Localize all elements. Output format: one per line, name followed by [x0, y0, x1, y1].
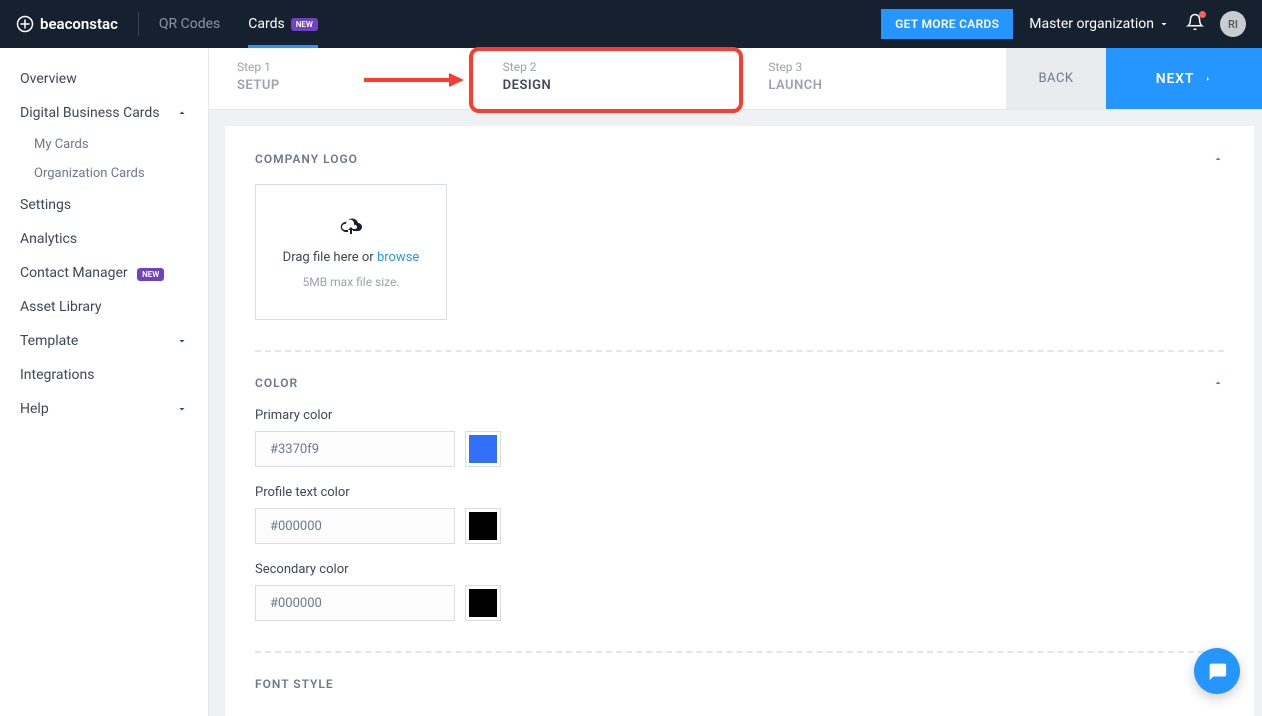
- secondary-color-input[interactable]: [255, 585, 455, 621]
- sidebar-sub-orgcards[interactable]: Organization Cards: [0, 159, 208, 188]
- step-launch[interactable]: Step 3 LAUNCH: [740, 48, 1006, 109]
- chevron-down-icon: [176, 403, 188, 415]
- sidebar-item-label: Contact Manager: [20, 265, 128, 281]
- step-name: DESIGN: [503, 78, 713, 93]
- next-button[interactable]: NEXT: [1106, 48, 1262, 109]
- next-label: NEXT: [1156, 71, 1194, 87]
- sidebar-item-template[interactable]: Template: [0, 324, 208, 358]
- content: Step 1 SETUP Step 2 DESIGN Step 3 LAUNCH…: [209, 48, 1262, 716]
- primary-color-input[interactable]: [255, 431, 455, 467]
- upload-hint: 5MB max file size.: [302, 275, 399, 289]
- nav-qr-codes[interactable]: QR Codes: [159, 0, 220, 48]
- sidebar-item-help[interactable]: Help: [0, 392, 208, 426]
- sidebar-item-label: Help: [20, 401, 49, 417]
- get-more-cards-button[interactable]: GET MORE CARDS: [881, 9, 1013, 39]
- sidebar-item-analytics[interactable]: Analytics: [0, 222, 208, 256]
- new-badge: NEW: [137, 268, 164, 281]
- nav-cards-label: Cards: [248, 16, 284, 32]
- step-number: Step 1: [237, 60, 447, 74]
- section-title: FONT STYLE: [255, 677, 334, 691]
- primary-color-label: Primary color: [255, 408, 1224, 423]
- nav-cards[interactable]: Cards NEW: [248, 0, 318, 48]
- chat-button[interactable]: [1194, 648, 1240, 694]
- step-number: Step 2: [503, 60, 713, 74]
- sidebar-item-label: Digital Business Cards: [20, 105, 160, 121]
- sidebar-item-asset[interactable]: Asset Library: [0, 290, 208, 324]
- secondary-color-label: Secondary color: [255, 562, 1224, 577]
- upload-text: Drag file here or browse: [283, 250, 420, 265]
- step-design[interactable]: Step 2 DESIGN: [475, 48, 741, 109]
- profile-color-swatch[interactable]: [465, 508, 501, 544]
- logo-upload[interactable]: Drag file here or browse 5MB max file si…: [255, 184, 447, 320]
- notifications-button[interactable]: [1186, 13, 1204, 35]
- step-number: Step 3: [768, 60, 978, 74]
- step-name: SETUP: [237, 78, 447, 93]
- back-button[interactable]: BACK: [1006, 48, 1106, 109]
- chevron-down-icon: [176, 335, 188, 347]
- wizard-steps: Step 1 SETUP Step 2 DESIGN Step 3 LAUNCH…: [209, 48, 1262, 110]
- sidebar-item-dbc[interactable]: Digital Business Cards: [0, 96, 208, 130]
- brand-icon: [16, 15, 34, 33]
- new-badge: NEW: [291, 18, 318, 31]
- sidebar-item-integrations[interactable]: Integrations: [0, 358, 208, 392]
- chevron-right-icon: [1204, 73, 1212, 85]
- section-head-color[interactable]: COLOR: [255, 376, 1224, 390]
- step-name: LAUNCH: [768, 78, 978, 93]
- chevron-up-icon: [1212, 377, 1224, 389]
- sidebar: Overview Digital Business Cards My Cards…: [0, 48, 209, 716]
- section-title: COMPANY LOGO: [255, 152, 358, 166]
- sidebar-item-label: Template: [20, 333, 78, 349]
- chat-icon: [1206, 660, 1228, 682]
- notification-dot: [1199, 11, 1206, 18]
- primary-color-swatch[interactable]: [465, 431, 501, 467]
- sidebar-sub-mycards[interactable]: My Cards: [0, 130, 208, 159]
- top-bar: beaconstac QR Codes Cards NEW GET MORE C…: [0, 0, 1262, 48]
- step-setup[interactable]: Step 1 SETUP: [209, 48, 475, 109]
- brand-logo[interactable]: beaconstac: [16, 15, 118, 33]
- section-head-logo[interactable]: COMPANY LOGO: [255, 152, 1224, 166]
- profile-color-label: Profile text color: [255, 485, 1224, 500]
- top-nav: QR Codes Cards NEW: [159, 0, 318, 48]
- divider: [255, 651, 1224, 653]
- design-panel: COMPANY LOGO Drag file here or browse 5M…: [225, 126, 1254, 716]
- brand-name: beaconstac: [40, 15, 118, 33]
- divider: [138, 12, 139, 36]
- chevron-up-icon: [176, 107, 188, 119]
- org-name: Master organization: [1029, 16, 1154, 32]
- section-head-font[interactable]: FONT STYLE: [255, 677, 1224, 691]
- profile-color-input[interactable]: [255, 508, 455, 544]
- browse-link[interactable]: browse: [377, 250, 419, 265]
- secondary-color-swatch[interactable]: [465, 585, 501, 621]
- avatar[interactable]: RI: [1220, 11, 1246, 37]
- divider: [255, 350, 1224, 352]
- sidebar-item-settings[interactable]: Settings: [0, 188, 208, 222]
- section-title: COLOR: [255, 376, 298, 390]
- chevron-up-icon: [1212, 153, 1224, 165]
- org-selector[interactable]: Master organization: [1029, 16, 1170, 32]
- chevron-down-icon: [1158, 18, 1170, 30]
- sidebar-item-overview[interactable]: Overview: [0, 62, 208, 96]
- sidebar-item-contact[interactable]: Contact Manager NEW: [0, 256, 208, 290]
- cloud-upload-icon: [339, 216, 363, 240]
- topbar-right: GET MORE CARDS Master organization RI: [881, 9, 1246, 39]
